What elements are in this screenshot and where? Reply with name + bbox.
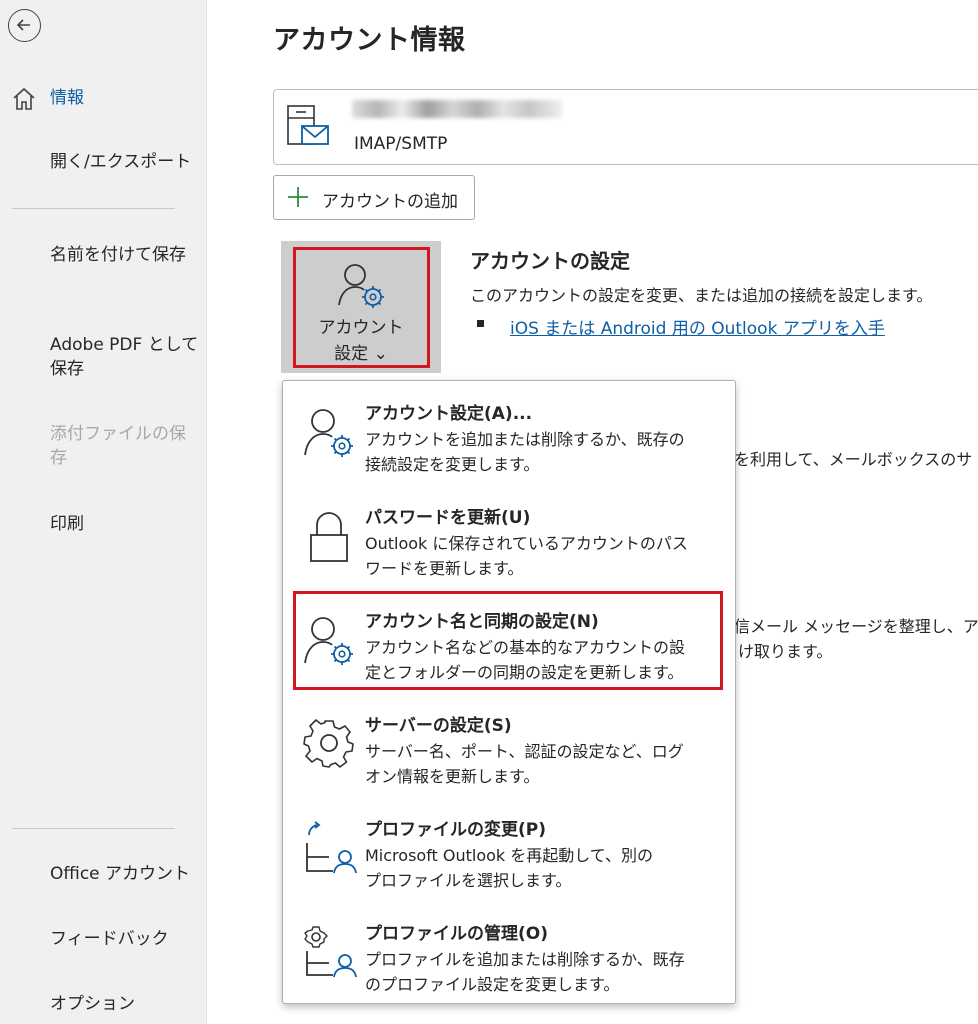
nav-feedback[interactable]: フィードバック [50,927,169,951]
menu-item-change-profile[interactable]: プロファイルの変更(P) Microsoft Outlook を再起動して、別の… [283,797,735,901]
highlight-frame [293,591,723,690]
gear-icon [303,719,354,768]
plus-icon [288,187,308,207]
menu-item-description: プロファイルを追加または削除するか、既存 のプロファイル設定を変更します。 [365,947,720,997]
back-arrow-icon [16,19,30,31]
menu-item-manage-profiles[interactable]: プロファイルの管理(O) プロファイルを追加または削除するか、既存 のプロファイ… [283,901,735,1005]
account-settings-icon [338,264,384,308]
menu-item-title: プロファイルの管理(O) [365,924,548,944]
account-name-blurred [352,100,562,118]
menu-item-description: Outlook に保存されているアカウントのパス ワードを更新します。 [365,531,720,581]
background-text: 理を利用して、メールボックスのサ [718,450,973,469]
desc-line: オン情報を更新します。 [365,767,540,786]
nav-save-as[interactable]: 名前を付けて保存 [50,243,190,267]
nav-save-adobe-pdf[interactable]: Adobe PDF として保存 [50,333,200,381]
menu-item-update-password[interactable]: パスワードを更新(U) Outlook に保存されているアカウントのパス ワード… [283,485,735,589]
add-account-label: アカウントの追加 [322,192,458,212]
background-text: 受信メール メッセージを整理し、ア [718,617,978,636]
desc-line: Outlook に保存されているアカウントのパス [365,534,688,553]
account-settings-label-2: 設定 ⌄ [334,344,388,364]
outlook-app-link[interactable]: iOS または Android 用の Outlook アプリを入手 [510,314,885,339]
section-title: アカウントの設定 [470,249,630,273]
left-nav: 情報 開く/エクスポート 名前を付けて保存 Adobe PDF として保存 添付… [0,0,207,1024]
desc-line: Microsoft Outlook を再起動して、別の [365,846,654,865]
nav-divider [12,828,175,829]
menu-item-server-settings[interactable]: サーバーの設定(S) サーバー名、ポート、認証の設定など、ログ オン情報を更新し… [283,693,735,797]
account-type: IMAP/SMTP [354,134,448,154]
menu-item-description: サーバー名、ポート、認証の設定など、ログ オン情報を更新します。 [365,739,720,789]
desc-line: プロファイルを追加または削除するか、既存 [365,950,685,969]
account-selector[interactable]: IMAP/SMTP [273,89,978,165]
menu-item-title: パスワードを更新(U) [365,508,531,528]
nav-info[interactable]: 情報 [50,86,84,110]
section-description: このアカウントの設定を変更、または追加の接続を設定します。 [470,286,933,305]
desc-line: 接続設定を変更します。 [365,455,540,474]
desc-line: プロファイルを選択します。 [365,871,572,890]
menu-item-description: Microsoft Outlook を再起動して、別の プロファイルを選択します… [365,843,720,893]
menu-item-description: アカウントを追加または削除するか、既存の 接続設定を変更します。 [365,427,720,477]
mail-account-icon [287,105,329,145]
profile-switch-icon [306,821,357,874]
nav-divider [12,208,175,209]
nav-print[interactable]: 印刷 [50,512,84,536]
account-settings-menu: アカウント設定(A)... アカウントを追加または削除するか、既存の 接続設定を… [282,380,736,1004]
profile-manage-icon [304,926,357,978]
desc-line: サーバー名、ポート、認証の設定など、ログ [365,742,684,761]
account-settings-button[interactable]: アカウント 設定 ⌄ [281,241,441,373]
menu-item-account-settings[interactable]: アカウント設定(A)... アカウントを追加または削除するか、既存の 接続設定を… [283,381,735,485]
menu-item-title: プロファイルの変更(P) [365,820,546,840]
background-text: け取ります。 [738,642,833,661]
nav-save-attachments: 添付ファイルの保存 [50,424,186,468]
back-button[interactable] [8,9,41,42]
desc-line: ワードを更新します。 [365,559,524,578]
add-account-button[interactable]: アカウントの追加 [273,175,475,220]
page-title: アカウント情報 [273,25,466,56]
home-icon [13,87,35,110]
nav-options[interactable]: オプション [50,992,135,1016]
bullet [477,320,484,327]
account-settings-icon [304,409,353,457]
menu-item-title: アカウント設定(A)... [365,404,533,424]
nav-open-export[interactable]: 開く/エクスポート [50,150,191,174]
lock-icon [310,512,348,562]
account-settings-label-1: アカウント [318,318,404,338]
menu-item-title: サーバーの設定(S) [365,716,512,736]
desc-line: アカウントを追加または削除するか、既存の [365,430,685,449]
nav-office-account[interactable]: Office アカウント [50,862,190,886]
desc-line: のプロファイル設定を変更します。 [365,975,620,994]
